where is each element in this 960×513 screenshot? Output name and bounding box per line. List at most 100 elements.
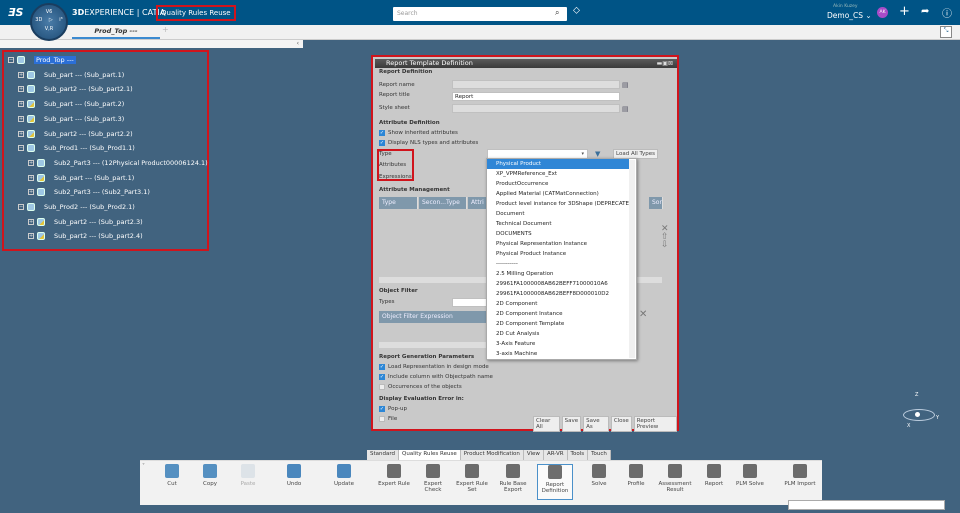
tree-node[interactable]: + Sub_part2 --- (Sub_part2.1) [18, 85, 133, 94]
column-header[interactable]: Type [379, 197, 418, 209]
collapse-icon[interactable]: ⤡ [940, 26, 952, 38]
option-checkbox[interactable]: ✓ Include column with Objectpath name [379, 374, 493, 380]
dropdown-option[interactable]: Technical Document [487, 219, 629, 229]
plus-icon[interactable]: + [899, 4, 910, 19]
app-name[interactable]: Quality Rules Reuse [156, 5, 236, 21]
tree-node[interactable]: + Sub2_Part3 --- (Sub2_Part3.1) [28, 188, 150, 197]
dropdown-option[interactable]: Document [487, 209, 629, 219]
style-sheet-field[interactable] [452, 104, 620, 113]
expand-icon[interactable]: + [18, 101, 24, 108]
checkbox-icon[interactable]: ✓ [379, 374, 385, 380]
browse-icon[interactable]: ▤ [622, 105, 629, 113]
expand-icon[interactable]: + [18, 71, 24, 78]
paste-button[interactable]: Paste [230, 464, 266, 487]
close-button[interactable]: Close [610, 416, 632, 432]
search-icon[interactable]: ⌕ [555, 8, 559, 18]
tree-node[interactable]: + Sub_part2 --- (Sub_part2.4) [28, 232, 143, 241]
column-header[interactable]: Sor [649, 197, 663, 209]
toolbar-tab[interactable]: AR-VR [544, 450, 568, 460]
tree-node[interactable]: + Sub_part2 --- (Sub_part2.2) [18, 129, 133, 138]
expand-icon[interactable]: + [28, 159, 34, 166]
option-checkbox[interactable]: ✓ Pop-up [379, 406, 407, 412]
report-definition-button[interactable]: Report Definition [537, 464, 573, 500]
display-nls-checkbox[interactable]: ✓ Display NLS types and attributes [379, 140, 478, 146]
plm-solve-button[interactable]: PLM Solve [732, 464, 768, 487]
expert-rule-button[interactable]: Expert Rule [376, 464, 412, 487]
collapse-icon[interactable]: − [8, 57, 14, 63]
context-selector[interactable]: Demo_CS ⌄ [827, 11, 872, 20]
tag-icon[interactable]: ⬦ [573, 5, 580, 16]
copy-button[interactable]: Copy [192, 464, 228, 487]
update-button[interactable]: Update [326, 464, 362, 487]
tree-node[interactable]: − Sub_Prod1 --- (Sub_Prod1.1) [18, 144, 135, 153]
expand-icon[interactable]: + [28, 189, 34, 196]
dropdown-option[interactable]: 3-axis Machine [487, 349, 629, 359]
tree-node[interactable]: + Sub2_Part3 --- (12Physical Product00006… [28, 158, 208, 167]
dropdown-option[interactable]: Applied Material (CATMatConnection) [487, 189, 629, 199]
dropdown-option[interactable]: XP_VPMReference_Ext [487, 169, 629, 179]
chevron-down-icon[interactable]: ▾ [581, 151, 584, 157]
dropdown-option[interactable]: Physical Product Instance [487, 249, 629, 259]
dropdown-option[interactable]: ----------- [487, 259, 629, 269]
play-icon[interactable]: ▷ [49, 17, 53, 23]
tree-node[interactable]: + Sub_part --- (Sub_part.1) [18, 70, 124, 79]
view-compass[interactable]: Z Y X [898, 392, 939, 432]
tab-prod-top[interactable]: Prod_Top --- [72, 25, 160, 39]
tree-node[interactable]: + Sub_part --- (Sub_part.2) [18, 100, 124, 109]
dropdown-option[interactable]: Physical Product [487, 159, 629, 169]
expand-icon[interactable]: + [28, 233, 34, 240]
tree-node[interactable]: + Sub_part --- (Sub_part.1) [28, 173, 134, 182]
expand-icon[interactable]: + [18, 86, 24, 93]
dropdown-option[interactable]: Product level instance for 3DShape (DEPR… [487, 199, 629, 209]
plm-import-button[interactable]: PLM Import [782, 464, 818, 487]
column-header[interactable]: Secon...Type [419, 197, 467, 209]
search-input[interactable]: Search [393, 7, 567, 21]
option-checkbox[interactable]: ✓ Load Representation in design mode [379, 364, 489, 370]
report-name-field[interactable] [452, 80, 620, 89]
dropdown-option[interactable]: 2.5 Milling Operation [487, 269, 629, 279]
option-checkbox[interactable]: Occurrences of the objects [379, 384, 462, 390]
ds-logo[interactable]: ƎS [8, 6, 23, 19]
browse-icon[interactable]: ▤ [622, 81, 629, 89]
dropdown-option[interactable]: DOCUMENTS [487, 229, 629, 239]
tree-node[interactable]: + Sub_part --- (Sub_part.3) [18, 114, 124, 123]
dropdown-scrollbar[interactable] [629, 160, 635, 358]
move-down-icon[interactable]: ⇩ [661, 241, 669, 250]
dropdown-option[interactable]: 2D Component Template [487, 319, 629, 329]
report-button[interactable]: Report [696, 464, 732, 487]
help-icon[interactable]: ⓘ [942, 5, 952, 20]
dropdown-option[interactable]: 3-Axis Feature [487, 339, 629, 349]
toolbar-tab[interactable]: Quality Rules Reuse [399, 450, 461, 460]
scissors-button[interactable]: Cut [154, 464, 190, 487]
undo-button[interactable]: Undo [276, 464, 312, 487]
checkbox-icon[interactable]: ✓ [379, 140, 385, 146]
chevron-down-icon[interactable]: ˅ [142, 463, 145, 470]
toolbar-tab[interactable]: Standard [367, 450, 400, 460]
collapse-icon[interactable]: − [18, 204, 24, 210]
tree-node[interactable]: + Sub_part2 --- (Sub_part2.3) [28, 217, 143, 226]
column-header[interactable]: Attri [468, 197, 488, 209]
toolbar-tab[interactable]: Product Modification [461, 450, 524, 460]
share-icon[interactable]: ➦ [921, 6, 929, 17]
delete-filter-icon[interactable]: ✕ [639, 309, 647, 320]
expand-icon[interactable]: + [18, 130, 24, 137]
dropdown-option[interactable]: Physical Representation Instance [487, 239, 629, 249]
dropdown-option[interactable]: 2D Component Instance [487, 309, 629, 319]
checkbox-icon[interactable]: ✓ [379, 364, 385, 370]
add-tab-button[interactable]: + [162, 25, 169, 34]
checkbox-icon[interactable]: ✓ [379, 406, 385, 412]
report-title-field[interactable]: Report [452, 92, 620, 101]
filter-icon[interactable]: ▼ [595, 150, 600, 158]
dropdown-option[interactable]: 29961FA1000008AB62BEFF8D000010D2 [487, 289, 629, 299]
filter-expression-header[interactable]: Object Filter Expression [379, 311, 489, 323]
checkbox-icon[interactable]: ✓ [379, 130, 385, 136]
show-inherited-checkbox[interactable]: ✓ Show inherited attributes [379, 130, 458, 136]
save-as-button[interactable]: Save As [583, 416, 609, 432]
profile-button[interactable]: Profile [618, 464, 654, 487]
dropdown-option[interactable]: 2D Cut Analysis [487, 329, 629, 339]
window-controls-icon[interactable]: ▬▣⊠ [657, 60, 673, 67]
dropdown-option[interactable]: ProductOccurrence [487, 179, 629, 189]
toolbar-tab[interactable]: View [524, 450, 544, 460]
collapse-icon[interactable]: − [18, 145, 24, 152]
avatar[interactable]: AK [877, 7, 888, 18]
